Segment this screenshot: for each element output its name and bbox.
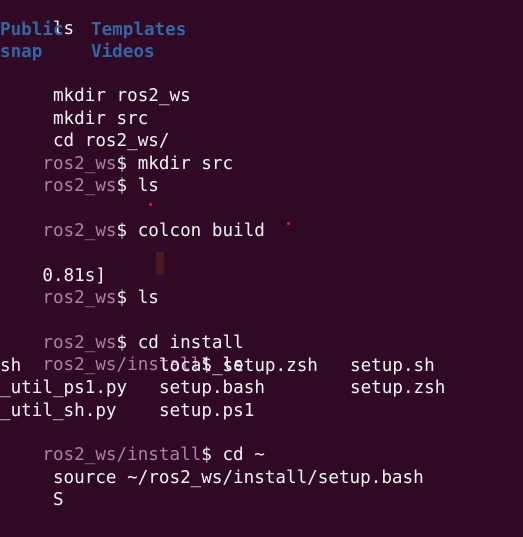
file-entry: setup.ps1 — [159, 401, 255, 421]
terminal-line: source ~/ros2_ws/install/setup.bash — [0, 445, 424, 488]
prompt-line: ros2_ws$ ls — [0, 153, 159, 196]
terminal-line: S — [0, 467, 64, 510]
prompt-symbol: $ — [116, 176, 128, 196]
terminal-line: ls — [0, 0, 74, 39]
file-entry: _util_ps1.py — [0, 378, 128, 398]
prompt-line: ros2_ws$ ls — [0, 265, 159, 308]
ls-output-row: _util_ps1.py setup.bash setup.zsh — [0, 377, 523, 399]
red-dot-mark — [149, 203, 152, 206]
file-entry: setup.sh — [350, 356, 435, 376]
terminal-line: cd ros2_ws/ — [0, 108, 170, 151]
file-entry: setup.zsh — [350, 378, 446, 398]
command-text: colcon build — [127, 221, 265, 241]
command-text: ls — [127, 288, 159, 308]
ls-output-row: sh local_setup.zsh setup.sh — [0, 355, 523, 377]
prompt-line: ros2_ws/install$ cd ~ — [0, 422, 264, 465]
prompt-symbol: $ — [116, 288, 128, 308]
dir-entry: Public — [0, 20, 64, 40]
dir-entry: Templates — [91, 20, 187, 40]
terminal-line: mkdir src — [0, 86, 148, 129]
file-entry: local_setup.zsh — [159, 356, 318, 376]
dir-entry: snap — [0, 42, 43, 62]
ls-output-row: snap Videos — [0, 41, 523, 63]
dir-entry: Videos — [91, 42, 155, 62]
command-text: source ~/ros2_ws/install/setup.bash — [42, 468, 424, 488]
command-text: ls — [127, 176, 159, 196]
prompt-symbol: $ — [116, 221, 128, 241]
prompt-line: ros2_ws$ cd install — [0, 310, 243, 353]
ls-output-row: _util_sh.py setup.ps1 — [0, 400, 523, 422]
terminal-window[interactable]: ls Public Templates snap Videos mkdir ro… — [0, 0, 523, 537]
file-entry: sh — [0, 356, 22, 376]
terminal-line: 0.81s] — [0, 243, 106, 286]
file-entry: setup.bash — [159, 378, 265, 398]
ls-output-row: Public Templates — [0, 19, 523, 41]
terminal-line: mkdir ros2_ws — [0, 63, 191, 106]
prompt-path: ros2_ws — [42, 176, 117, 196]
prompt-line: ros2_ws$ mkdir src — [0, 131, 233, 174]
file-entry: _util_sh.py — [0, 401, 117, 421]
command-text: S — [42, 490, 64, 510]
cursor-artifact — [156, 252, 164, 274]
prompt-path: ros2_ws — [42, 288, 117, 308]
prompt-line: ros2_ws/install$ ls — [0, 332, 243, 375]
prompt-path: ros2_ws — [42, 221, 117, 241]
red-dot-mark — [287, 222, 290, 225]
prompt-line: ros2_ws$ colcon build — [0, 198, 264, 241]
